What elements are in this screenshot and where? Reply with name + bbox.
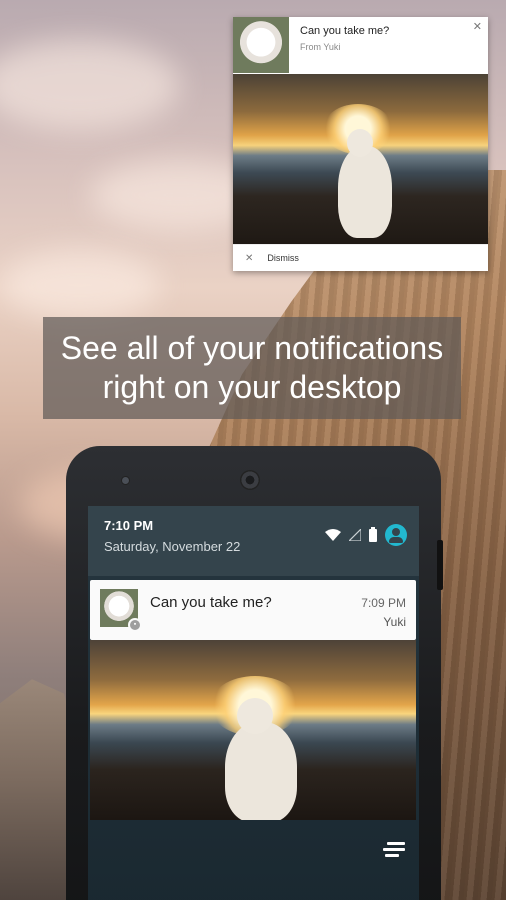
notification-title: Can you take me?: [150, 594, 272, 611]
app-badge-icon: ▪: [128, 618, 142, 632]
status-icons: [325, 524, 407, 546]
front-camera: [121, 476, 130, 485]
notification-title: Can you take me?: [300, 25, 390, 37]
wifi-icon: [325, 529, 341, 541]
banner-line-1: See all of your notifications: [60, 330, 444, 366]
dog-head: [237, 698, 273, 734]
battery-icon: [369, 526, 377, 542]
cellular-icon: [349, 529, 361, 541]
notification-sender: Yuki: [383, 615, 406, 629]
status-time: 7:10 PM: [104, 518, 154, 533]
notification-photo: [233, 74, 488, 244]
dog-avatar: [233, 17, 289, 73]
dog-silhouette: [225, 722, 297, 820]
notification-sender: From Yuki: [300, 42, 341, 52]
desktop-notification[interactable]: Can you take me? From Yuki ✕ ✕ Dismiss: [233, 17, 488, 271]
phone-device: 7:10 PM Saturday, November 22 ▪ Can you …: [66, 446, 441, 900]
notification-photo: [90, 640, 416, 820]
speaker-grille: [240, 470, 260, 490]
phone-side-button: [437, 540, 443, 590]
phone-screen: 7:10 PM Saturday, November 22 ▪ Can you …: [88, 506, 419, 900]
notification-shade-header: 7:10 PM Saturday, November 22: [88, 506, 419, 576]
close-icon[interactable]: ✕: [473, 20, 482, 33]
dismiss-icon[interactable]: ✕: [245, 253, 253, 264]
banner-line-2: right on your desktop: [102, 369, 402, 405]
notification-time: 7:09 PM: [361, 596, 406, 610]
dog-silhouette: [338, 146, 392, 238]
background-cloud: [0, 250, 160, 320]
status-date: Saturday, November 22: [104, 539, 241, 554]
dog-head: [347, 129, 373, 157]
user-account-icon[interactable]: [385, 524, 407, 546]
dismiss-bar[interactable]: ✕ Dismiss: [233, 244, 488, 271]
phone-notification[interactable]: ▪ Can you take me? 7:09 PM Yuki: [90, 580, 416, 640]
dismiss-button[interactable]: Dismiss: [267, 253, 299, 263]
background-cloud: [0, 40, 180, 130]
menu-icon[interactable]: [383, 842, 405, 860]
proximity-sensor: [371, 477, 391, 484]
promo-banner: See all of your notifications right on y…: [43, 317, 461, 419]
